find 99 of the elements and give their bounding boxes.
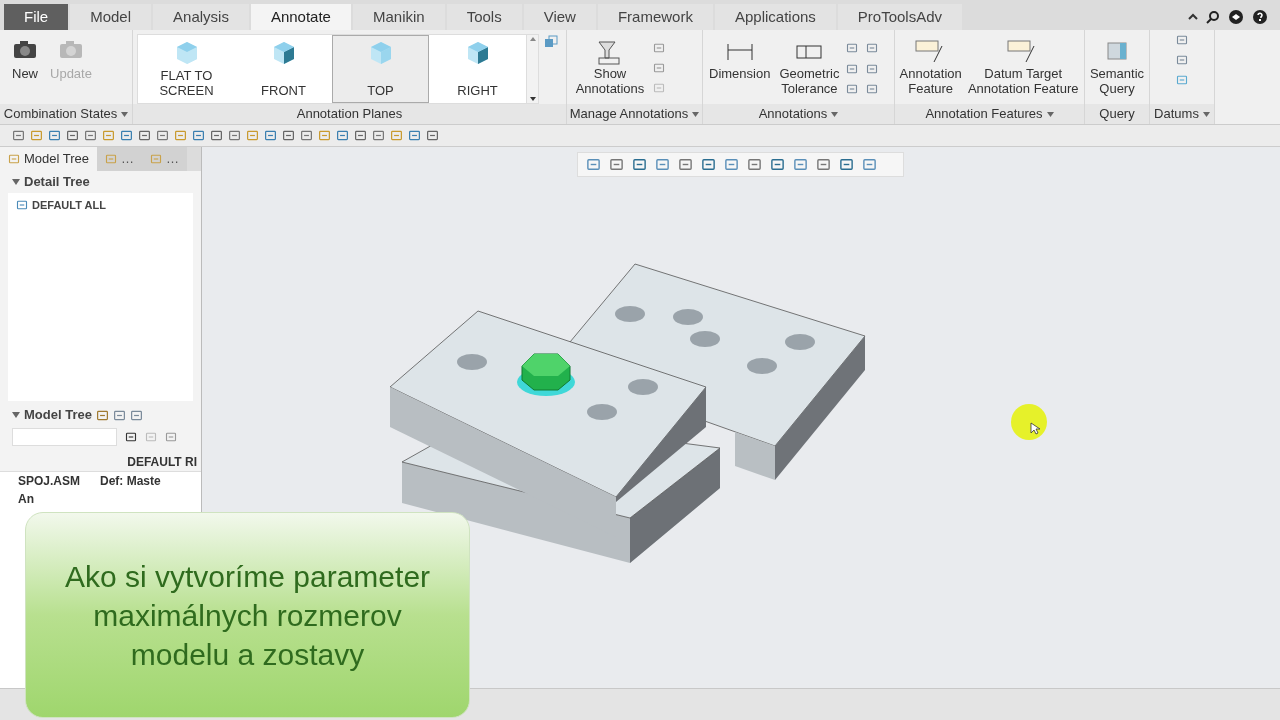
toolbar-icon[interactable] [138, 129, 151, 142]
view-tool-icon[interactable] [862, 157, 877, 172]
toolbar-icon[interactable] [390, 129, 403, 142]
menu-tab[interactable]: Applications [714, 4, 836, 30]
group-title: Annotations [758, 105, 828, 124]
toolbar-icon[interactable] [120, 129, 133, 142]
caption-text: Ako si vytvoríme parameter maximálnych rozmerov modelu a zostavy [63, 558, 432, 673]
search-icon[interactable] [1206, 10, 1220, 24]
panel-tab[interactable]: … [142, 147, 188, 171]
menu-tab[interactable]: View [523, 4, 596, 30]
view-tool-icon[interactable] [678, 157, 693, 172]
view-tool-icon[interactable] [655, 157, 670, 172]
menu-tab[interactable]: Analysis [153, 4, 249, 30]
plane-button[interactable]: RIGHT [429, 35, 526, 103]
toolbar-icon[interactable] [174, 129, 187, 142]
toolbar-icon[interactable] [336, 129, 349, 142]
toolbar-icon[interactable] [84, 129, 97, 142]
toolbar-icon[interactable] [12, 129, 25, 142]
ribbon-group-label[interactable]: Annotation Planes [133, 104, 566, 124]
camera-icon [57, 38, 84, 60]
panel-tab[interactable]: … [97, 147, 143, 171]
group-title: Manage Annotations [569, 105, 689, 124]
tree-item[interactable]: DEFAULT ALL [16, 197, 185, 214]
view-tool-icon[interactable] [586, 157, 601, 172]
section-title: Detail Tree [24, 173, 90, 192]
panel-tab[interactable]: Model Tree [0, 147, 98, 171]
ribbon-button[interactable]: Datum Target Annotation Feature [966, 38, 1080, 96]
toolbar-icon[interactable] [318, 129, 331, 142]
menu-tab[interactable]: Model [70, 4, 152, 30]
ribbon-button[interactable]: Show Annotations [575, 38, 645, 96]
toolbar-icon[interactable] [354, 129, 367, 142]
plane-button[interactable]: FLAT TO SCREEN [138, 35, 235, 103]
toolbar-icon[interactable] [156, 129, 169, 142]
plane-button[interactable]: TOP [332, 35, 429, 103]
toolbar-icon[interactable] [228, 129, 241, 142]
toolbar-icon[interactable] [282, 129, 295, 142]
view-tool-icon[interactable] [701, 157, 716, 172]
menu-tab[interactable]: Manikin [352, 4, 445, 30]
group-title: Datums [1154, 105, 1199, 124]
view-tool-icon[interactable] [770, 157, 785, 172]
plane-button[interactable]: FRONT [235, 35, 332, 103]
tree-item[interactable]: SPOJ.ASM [0, 472, 100, 490]
toolbar-icon[interactable] [408, 129, 421, 142]
column-header[interactable]: DEFAULT RI [127, 452, 197, 471]
toolbar-icon[interactable] [66, 129, 79, 142]
dropdown-icon[interactable] [121, 111, 129, 117]
scroll-up-icon[interactable] [528, 35, 537, 43]
pointer-icon [1010, 403, 1048, 441]
toolbar-icon[interactable] [426, 129, 439, 142]
ribbon-group-label[interactable]: Annotations [703, 104, 894, 124]
toolbar-icon[interactable] [210, 129, 223, 142]
help-icon[interactable] [1252, 9, 1268, 25]
view-tool-icon[interactable] [839, 157, 854, 172]
expand-icon[interactable] [12, 178, 20, 186]
view-tool-icon[interactable] [816, 157, 831, 172]
expand-icon[interactable] [12, 411, 20, 419]
ribbon-button[interactable]: Dimension [707, 38, 773, 96]
ribbon-button[interactable]: Semantic Query [1089, 38, 1145, 96]
view-tool-icon[interactable] [609, 157, 624, 172]
menu-tab[interactable]: File [4, 4, 69, 30]
ribbon-button[interactable]: Annotation Feature [899, 38, 963, 96]
ribbon-button[interactable]: New [8, 38, 42, 84]
menu-tab[interactable]: Framework [597, 4, 713, 30]
group-title: Query [1099, 105, 1135, 124]
collapse-icon[interactable] [1188, 12, 1198, 22]
view-tool-icon[interactable] [747, 157, 762, 172]
group-title: Combination States [3, 105, 118, 124]
menu-tab[interactable]: ProToolsAdv [837, 4, 963, 30]
toolbar-icon[interactable] [30, 129, 43, 142]
dropdown-icon[interactable] [1202, 111, 1210, 117]
group-title: Annotation Planes [296, 105, 403, 124]
view-tool-icon[interactable] [724, 157, 739, 172]
dropdown-icon[interactable] [692, 111, 700, 117]
table-cell-text: Def: Maste [100, 473, 161, 490]
dropdown-icon[interactable] [831, 111, 839, 117]
view-tool-icon[interactable] [793, 157, 808, 172]
link-icon[interactable] [543, 34, 559, 50]
ribbon-group-label[interactable]: Annotation Features [895, 104, 1084, 124]
ribbon-group-label[interactable]: Datums [1150, 104, 1214, 124]
ribbon-group-label[interactable]: Manage Annotations [567, 104, 702, 124]
ribbon-button[interactable]: Geometric Tolerance [776, 38, 843, 96]
group-title: Annotation Features [925, 105, 1043, 124]
ribbon-group-label[interactable]: Query [1085, 104, 1149, 124]
toolbar-icon[interactable] [246, 129, 259, 142]
toolbar-icon[interactable] [264, 129, 277, 142]
ribbon-group-label[interactable]: Combination States [0, 104, 132, 124]
account-icon[interactable] [1228, 9, 1244, 25]
view-tool-icon[interactable] [632, 157, 647, 172]
toolbar-icon[interactable] [192, 129, 205, 142]
camera-icon [12, 38, 38, 60]
menu-tab[interactable]: Tools [446, 4, 522, 30]
menu-tab[interactable]: Annotate [250, 4, 351, 30]
section-title: Model Tree [24, 406, 92, 425]
toolbar-icon[interactable] [372, 129, 385, 142]
toolbar-icon[interactable] [48, 129, 61, 142]
toolbar-icon[interactable] [300, 129, 313, 142]
toolbar-icon[interactable] [102, 129, 115, 142]
dropdown-icon[interactable] [1046, 111, 1054, 117]
search-field[interactable] [12, 428, 117, 446]
